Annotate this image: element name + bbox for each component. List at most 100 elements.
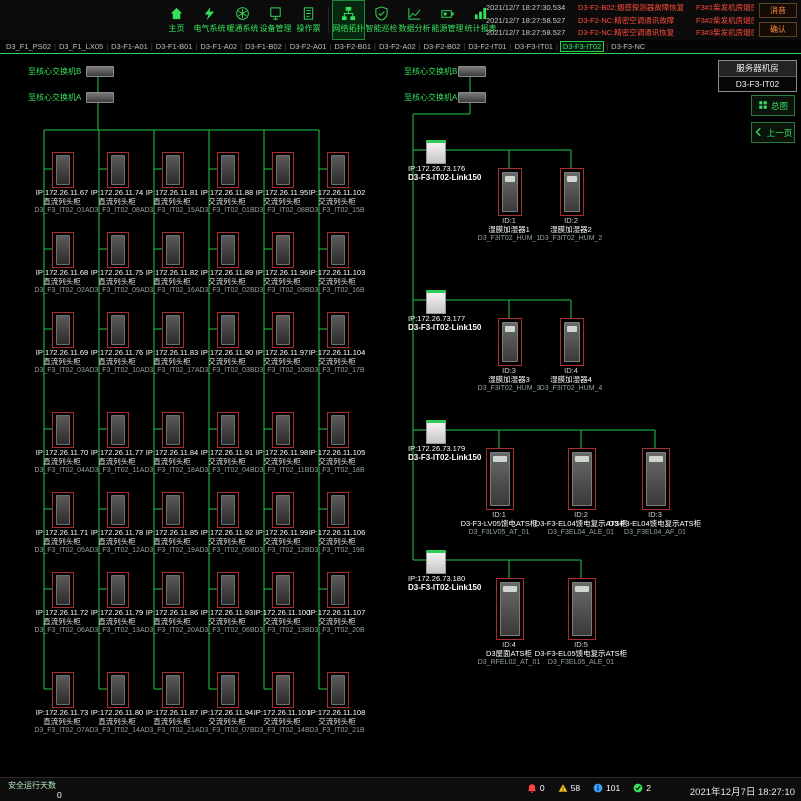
cabinet-D3_F3_IT02_18B[interactable] bbox=[327, 412, 349, 448]
gateway-icon[interactable] bbox=[426, 550, 446, 574]
tab-D3-F1-A02[interactable]: D3-F1-A02 bbox=[198, 42, 239, 51]
cabinet-D3_F3_IT02_09B[interactable] bbox=[272, 232, 294, 268]
cabinet-type: 交流列头柜 bbox=[197, 197, 257, 206]
cabinet-D3_F3_IT02_15B[interactable] bbox=[327, 152, 349, 188]
device-D3_F3EL04_ALE_01[interactable] bbox=[568, 448, 596, 510]
cabinet-D3_F3_IT02_11A[interactable] bbox=[107, 412, 129, 448]
device-D3_F3IT02_HUM_3[interactable] bbox=[498, 318, 522, 366]
nav-item-energy[interactable]: 能源管理 bbox=[431, 0, 464, 40]
cabinet-D3_F3_IT02_15A[interactable] bbox=[162, 152, 184, 188]
tab-D3-F2-IT01[interactable]: D3-F2-IT01 bbox=[466, 42, 508, 51]
cabinet-D3_F3_IT02_17B[interactable] bbox=[327, 312, 349, 348]
cabinet-ip: IP:172.26.11.107 bbox=[307, 608, 367, 617]
cabinet-D3_F3_IT02_04B[interactable] bbox=[217, 412, 239, 448]
cabinet-D3_F3_IT02_01A[interactable] bbox=[52, 152, 74, 188]
tab-D3-F2-B01[interactable]: D3-F2-B01 bbox=[332, 42, 373, 51]
nav-item-network[interactable]: 网络拓扑 bbox=[332, 0, 365, 40]
cabinet-D3_F3_IT02_19A[interactable] bbox=[162, 492, 184, 528]
cabinet-D3_F3_IT02_02B[interactable] bbox=[217, 232, 239, 268]
nav-item-electrical[interactable]: 电气系统 bbox=[193, 0, 226, 40]
cabinet-D3_F3_IT02_17A[interactable] bbox=[162, 312, 184, 348]
core-switch-a-icon-right[interactable] bbox=[458, 92, 486, 103]
tab-D3-F1-A01[interactable]: D3-F1-A01 bbox=[109, 42, 150, 51]
cabinet-D3_F3_IT02_03A[interactable] bbox=[52, 312, 74, 348]
nav-item-hvac[interactable]: 暖通系统 bbox=[226, 0, 259, 40]
cabinet-D3_F3_IT02_08A[interactable] bbox=[107, 152, 129, 188]
cabinet-D3_F3_IT02_16B[interactable] bbox=[327, 232, 349, 268]
core-switch-a-icon-left[interactable] bbox=[86, 92, 114, 103]
cabinet-D3_F3_IT02_18A[interactable] bbox=[162, 412, 184, 448]
cabinet-D3_F3_IT02_01B[interactable] bbox=[217, 152, 239, 188]
cabinet-D3_F3_IT02_13A[interactable] bbox=[107, 572, 129, 608]
tab-D3-F2-A01[interactable]: D3-F2-A01 bbox=[288, 42, 329, 51]
cabinet-D3_F3_IT02_04A[interactable] bbox=[52, 412, 74, 448]
device-D3_RFEL02_AT_01[interactable] bbox=[496, 578, 524, 640]
cabinet-D3_F3_IT02_14A[interactable] bbox=[107, 672, 129, 708]
cabinet-D3_F3_IT02_02A[interactable] bbox=[52, 232, 74, 268]
cabinet-D3_F3_IT02_20A[interactable] bbox=[162, 572, 184, 608]
cabinet-code: D3_F3_IT02_01A bbox=[32, 206, 92, 215]
cabinet-code: D3_F3_IT02_15B bbox=[307, 206, 367, 215]
device-cabinet-icon bbox=[564, 322, 580, 362]
device-D3_F3IT02_HUM_1[interactable] bbox=[498, 168, 522, 216]
cabinet-D3_F3_IT02_07A[interactable] bbox=[52, 672, 74, 708]
cabinet-D3_F3_IT02_11B[interactable] bbox=[272, 412, 294, 448]
device-D3_F3EL04_AF_01[interactable] bbox=[642, 448, 670, 510]
confirm-button[interactable]: 确认 bbox=[759, 22, 797, 37]
cabinet-D3_F3_IT02_03B[interactable] bbox=[217, 312, 239, 348]
cabinet-D3_F3_IT02_20B[interactable] bbox=[327, 572, 349, 608]
gateway-icon[interactable] bbox=[426, 420, 446, 444]
nav-item-analysis[interactable]: 数据分析 bbox=[398, 0, 431, 40]
cabinet-D3_F3_IT02_21A[interactable] bbox=[162, 672, 184, 708]
nav-item-device[interactable]: 设备管理 bbox=[259, 0, 292, 40]
device-D3_F3IT02_HUM_4[interactable] bbox=[560, 318, 584, 366]
cabinet-D3_F3_IT02_09A[interactable] bbox=[107, 232, 129, 268]
cabinet-type: 直流列头柜 bbox=[32, 537, 92, 546]
alarm-ticker: 2021/12/7 18:27:30.534D3-F2-B02:烟感探测器故障恢… bbox=[486, 2, 754, 38]
cabinet-D3_F3_IT02_19B[interactable] bbox=[327, 492, 349, 528]
cabinet-D3_F3_IT02_21B[interactable] bbox=[327, 672, 349, 708]
tab-D3-F1-B01[interactable]: D3-F1-B01 bbox=[154, 42, 195, 51]
cabinet-D3_F3_IT02_06A[interactable] bbox=[52, 572, 74, 608]
cabinet-label: IP:172.26.11.74直流列头柜D3_F3_IT02_08A bbox=[87, 188, 147, 215]
cabinet-D3_F3_IT02_06B[interactable] bbox=[217, 572, 239, 608]
tab-D3-F3-IT01[interactable]: D3-F3-IT01 bbox=[513, 42, 555, 51]
cabinet-D3_F3_IT02_16A[interactable] bbox=[162, 232, 184, 268]
status-count-value: 0 bbox=[540, 783, 545, 793]
mute-button[interactable]: 消音 bbox=[759, 3, 797, 18]
gateway-icon[interactable] bbox=[426, 140, 446, 164]
device-D3_F3LV05_AT_01[interactable] bbox=[486, 448, 514, 510]
back-button[interactable]: 上一页 bbox=[751, 122, 795, 143]
tab-D3_F1_PS02[interactable]: D3_F1_PS02 bbox=[4, 42, 53, 51]
nav-item-home[interactable]: 主页 bbox=[160, 0, 193, 40]
cabinet-D3_F3_IT02_12B[interactable] bbox=[272, 492, 294, 528]
nav-item-ticket[interactable]: 操作票 bbox=[292, 0, 325, 40]
cabinet-D3_F3_IT02_10B[interactable] bbox=[272, 312, 294, 348]
nav-item-patrol[interactable]: 智能巡检 bbox=[365, 0, 398, 40]
device-D3_F3IT02_HUM_2[interactable] bbox=[560, 168, 584, 216]
cabinet-label: IP:172.26.11.98交流列头柜D3_F3_IT02_11B bbox=[252, 448, 312, 475]
gateway-icon[interactable] bbox=[426, 290, 446, 314]
cabinet-D3_F3_IT02_14B[interactable] bbox=[272, 672, 294, 708]
cabinet-D3_F3_IT02_08B[interactable] bbox=[272, 152, 294, 188]
device-D3_F3EL05_ALE_01[interactable] bbox=[568, 578, 596, 640]
cabinet-D3_F3_IT02_05B[interactable] bbox=[217, 492, 239, 528]
overview-button[interactable]: 总图 bbox=[751, 95, 795, 116]
core-switch-b-icon-left[interactable] bbox=[86, 66, 114, 77]
cabinet-D3_F3_IT02_07B[interactable] bbox=[217, 672, 239, 708]
cabinet-ip: IP:172.26.11.91 bbox=[197, 448, 257, 457]
cabinet-D3_F3_IT02_05A[interactable] bbox=[52, 492, 74, 528]
cabinet-ip: IP:172.26.11.87 bbox=[142, 708, 202, 717]
cabinet-label: IP:172.26.11.102交流列头柜D3_F3_IT02_15B bbox=[307, 188, 367, 215]
tab-D3-F1-B02[interactable]: D3-F1-B02 bbox=[243, 42, 284, 51]
cabinet-D3_F3_IT02_13B[interactable] bbox=[272, 572, 294, 608]
tab-D3-F3-IT02[interactable]: D3-F3-IT02 bbox=[561, 42, 603, 51]
tab-D3_F1_LX05[interactable]: D3_F1_LX05 bbox=[57, 42, 105, 51]
cabinet-D3_F3_IT02_10A[interactable] bbox=[107, 312, 129, 348]
tab-D3-F3-NC[interactable]: D3-F3-NC bbox=[609, 42, 647, 51]
core-switch-b-icon-right[interactable] bbox=[458, 66, 486, 77]
cabinet-type: 直流列头柜 bbox=[32, 457, 92, 466]
tab-D3-F2-B02[interactable]: D3-F2-B02 bbox=[422, 42, 463, 51]
tab-D3-F2-A02[interactable]: D3-F2-A02 bbox=[377, 42, 418, 51]
cabinet-D3_F3_IT02_12A[interactable] bbox=[107, 492, 129, 528]
